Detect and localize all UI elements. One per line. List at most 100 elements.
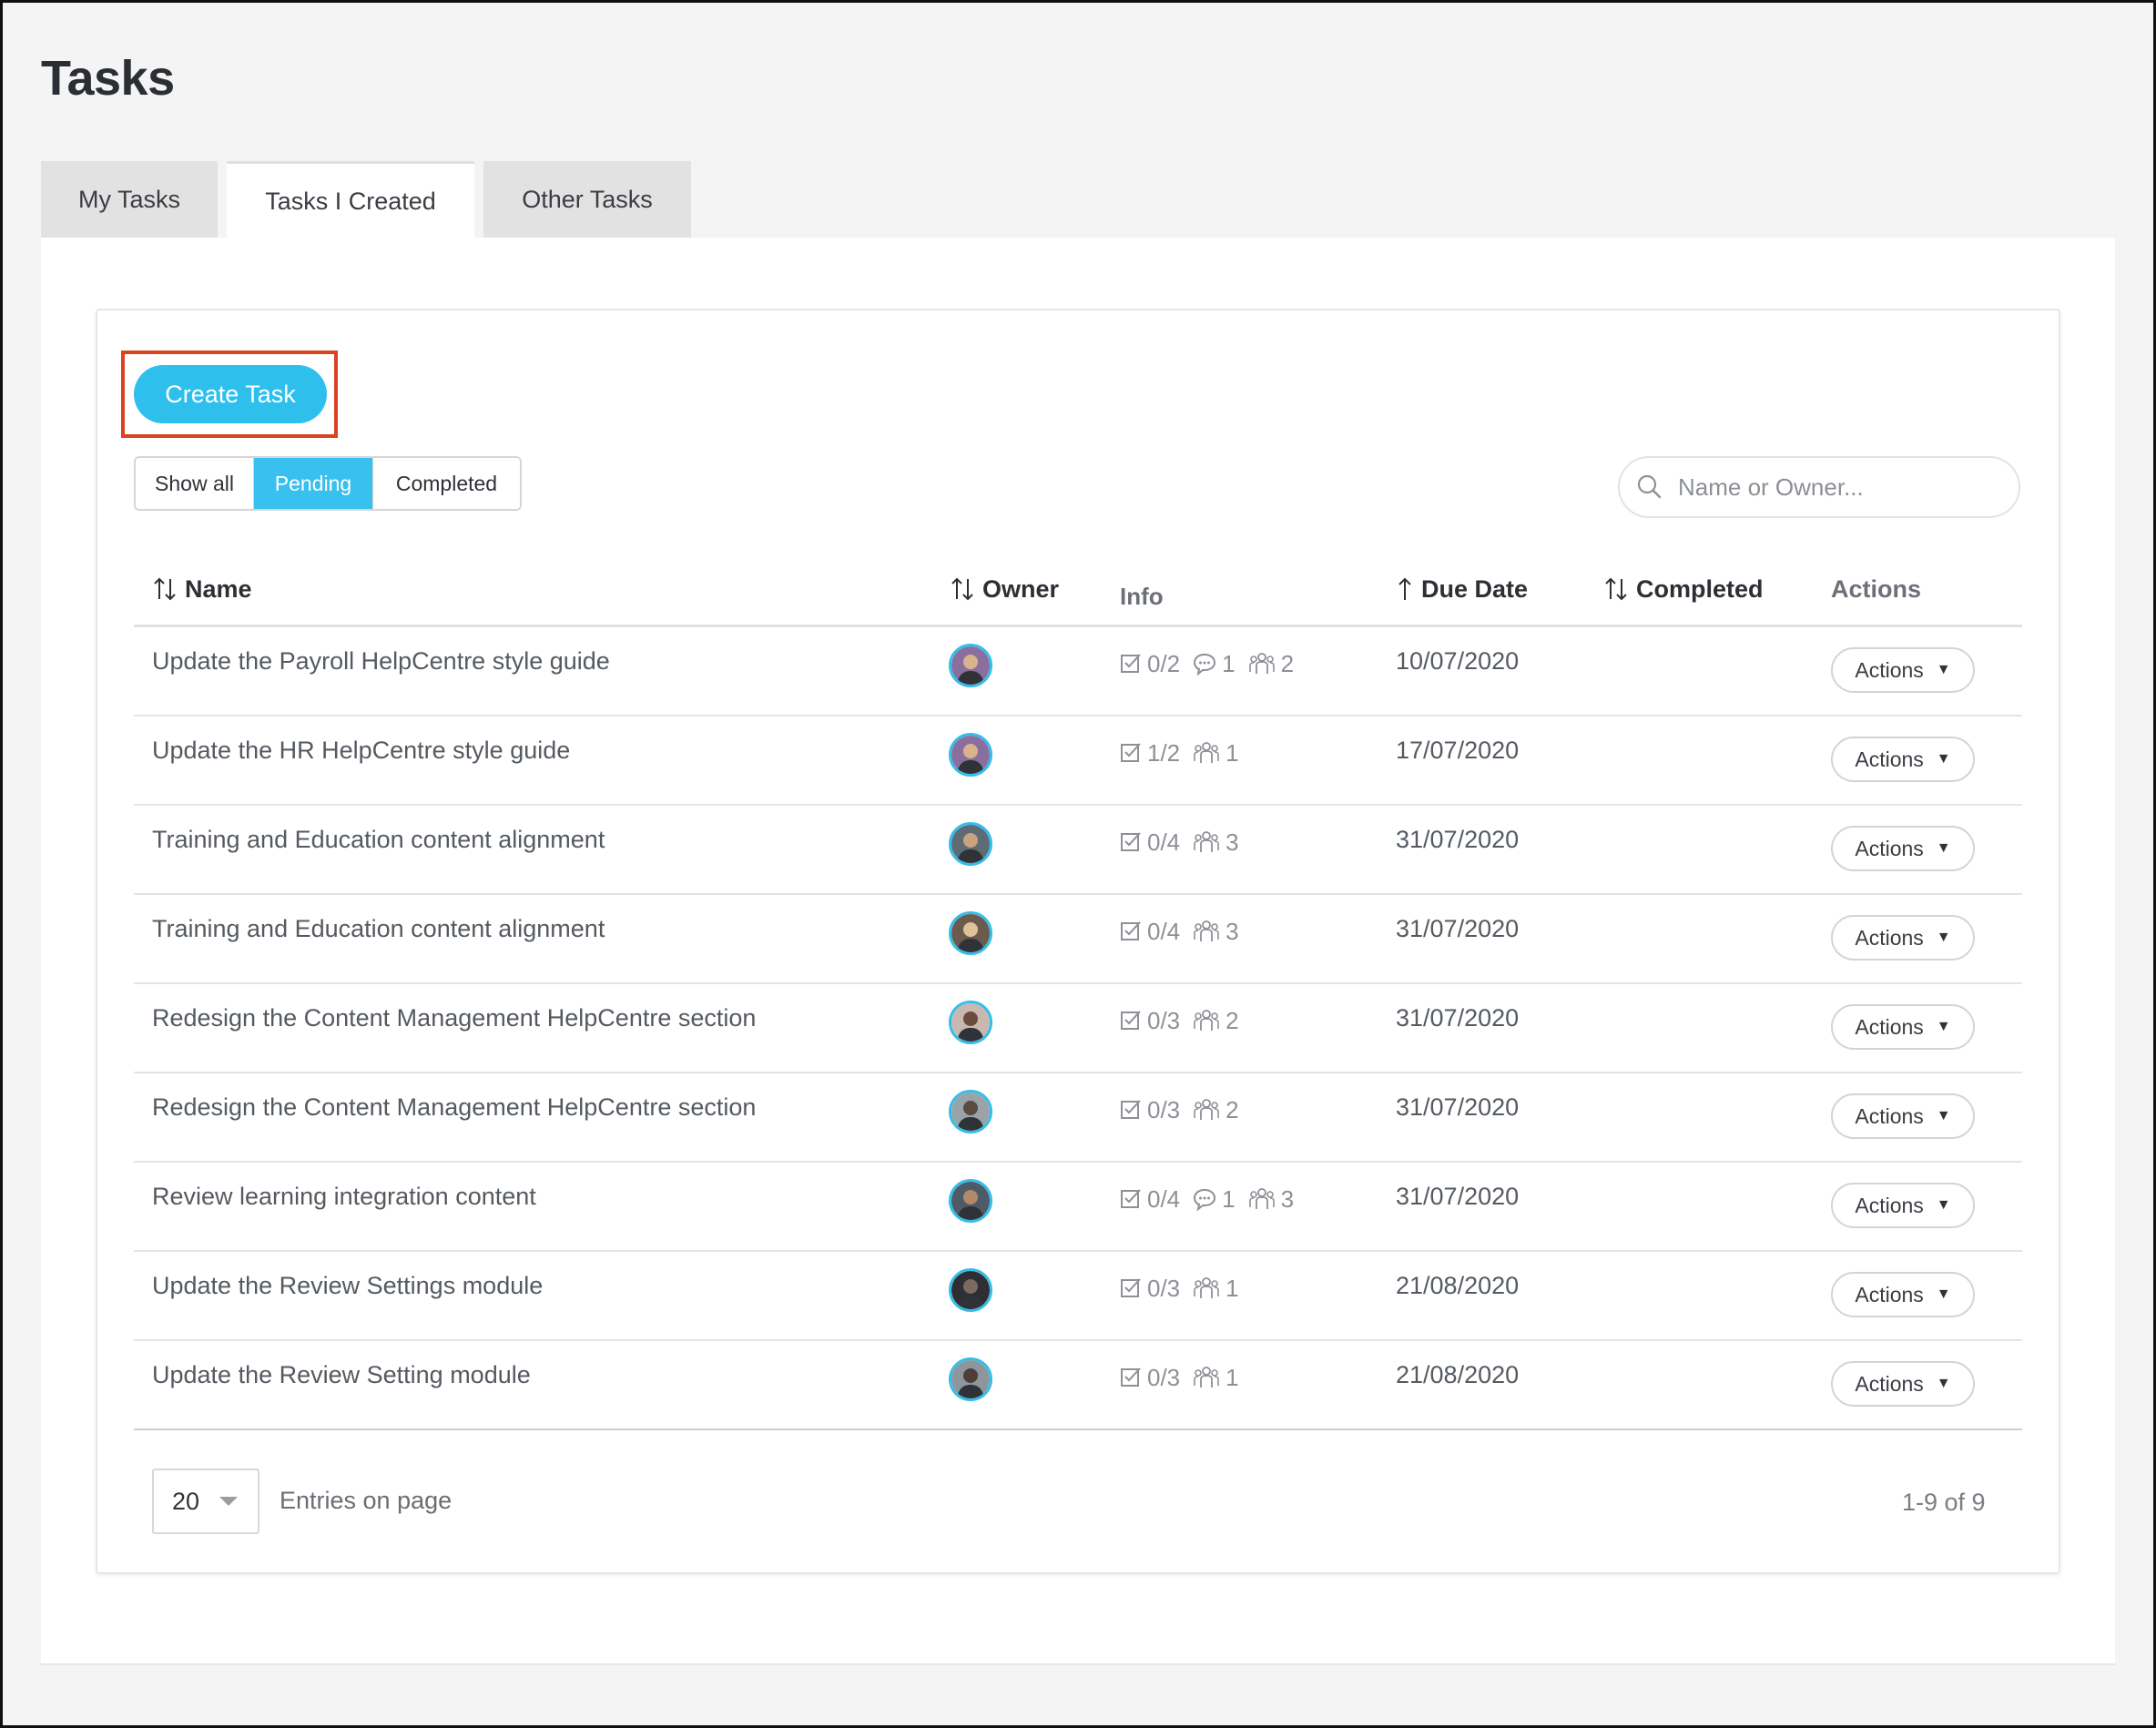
create-task-button[interactable]: Create Task bbox=[134, 365, 327, 423]
filter-completed[interactable]: Completed bbox=[372, 458, 520, 509]
people-count: 3 bbox=[1193, 828, 1239, 857]
actions-dropdown-button[interactable]: Actions ▼ bbox=[1831, 915, 1975, 961]
status-filter-group: Show all Pending Completed bbox=[134, 456, 522, 511]
people-value: 3 bbox=[1280, 1184, 1295, 1213]
checklist-icon bbox=[1121, 743, 1141, 762]
people-icon bbox=[1194, 831, 1219, 852]
actions-label: Actions bbox=[1855, 747, 1924, 771]
actions-dropdown-button[interactable]: Actions ▼ bbox=[1831, 1361, 1975, 1407]
owner-avatar[interactable] bbox=[949, 911, 992, 955]
column-label: Completed bbox=[1636, 574, 1764, 603]
checklist-value: 0/4 bbox=[1147, 1184, 1181, 1213]
caret-down-icon: ▼ bbox=[1936, 662, 1951, 677]
table-row[interactable]: Redesign the Content Management HelpCent… bbox=[134, 1073, 2022, 1163]
owner-avatar[interactable] bbox=[949, 1001, 992, 1044]
due-date: 31/07/2020 bbox=[1396, 1004, 1520, 1032]
owner-avatar[interactable] bbox=[949, 1357, 992, 1401]
sort-both-icon bbox=[951, 577, 973, 601]
column-header-completed[interactable]: Completed bbox=[1603, 571, 1764, 607]
task-info: 1/2 1 bbox=[1120, 735, 1252, 771]
column-header-name[interactable]: Name bbox=[152, 571, 252, 607]
table-row[interactable]: Redesign the Content Management HelpCent… bbox=[134, 984, 2022, 1073]
caret-down-icon: ▼ bbox=[1936, 1108, 1951, 1123]
comment-value: 1 bbox=[1222, 649, 1236, 677]
owner-avatar[interactable] bbox=[949, 1268, 992, 1312]
comment-icon bbox=[1194, 653, 1216, 676]
entries-per-page-select[interactable]: 20 bbox=[152, 1469, 259, 1534]
avatar-image bbox=[951, 1271, 990, 1309]
task-name[interactable]: Update the Review Settings module bbox=[152, 1272, 543, 1300]
tab-bar: My Tasks Tasks I Created Other Tasks bbox=[41, 161, 700, 239]
checklist-icon bbox=[1121, 1100, 1141, 1119]
people-count: 2 bbox=[1248, 650, 1294, 678]
tab-tasks-i-created[interactable]: Tasks I Created bbox=[227, 161, 474, 239]
column-header-due-date[interactable]: Due Date bbox=[1396, 571, 1528, 607]
avatar-image bbox=[951, 646, 990, 685]
task-info: 0/4 1 3 bbox=[1120, 1181, 1307, 1217]
column-header-actions: Actions bbox=[1831, 571, 1921, 607]
column-label: Due Date bbox=[1421, 574, 1529, 603]
actions-dropdown-button[interactable]: Actions ▼ bbox=[1831, 647, 1975, 693]
owner-avatar[interactable] bbox=[949, 1090, 992, 1133]
task-name[interactable]: Update the HR HelpCentre style guide bbox=[152, 737, 570, 765]
actions-dropdown-button[interactable]: Actions ▼ bbox=[1831, 1183, 1975, 1228]
checklist-icon bbox=[1121, 832, 1141, 851]
task-name[interactable]: Redesign the Content Management HelpCent… bbox=[152, 1093, 756, 1122]
checklist-icon bbox=[1121, 654, 1141, 673]
filter-pending[interactable]: Pending bbox=[254, 458, 372, 509]
due-date: 21/08/2020 bbox=[1396, 1361, 1520, 1388]
column-label: Name bbox=[185, 574, 252, 603]
people-count: 1 bbox=[1193, 739, 1239, 767]
per-page-value: 20 bbox=[172, 1487, 200, 1515]
checklist-value: 0/3 bbox=[1147, 1095, 1181, 1123]
actions-dropdown-button[interactable]: Actions ▼ bbox=[1831, 1004, 1975, 1050]
checklist-icon bbox=[1121, 1189, 1141, 1208]
table-row[interactable]: Update the Review Settings module 0/3 1 21/… bbox=[134, 1252, 2022, 1341]
avatar-image bbox=[951, 1182, 990, 1220]
owner-avatar[interactable] bbox=[949, 644, 992, 687]
task-name[interactable]: Training and Education content alignment bbox=[152, 826, 605, 854]
column-header-owner[interactable]: Owner bbox=[950, 571, 1059, 607]
people-value: 2 bbox=[1225, 1006, 1239, 1034]
actions-dropdown-button[interactable]: Actions ▼ bbox=[1831, 1272, 1975, 1317]
sort-both-icon bbox=[1605, 577, 1627, 601]
owner-avatar[interactable] bbox=[949, 822, 992, 866]
due-date: 31/07/2020 bbox=[1396, 1093, 1520, 1121]
task-name[interactable]: Redesign the Content Management HelpCent… bbox=[152, 1004, 756, 1032]
tab-my-tasks[interactable]: My Tasks bbox=[41, 161, 218, 238]
actions-label: Actions bbox=[1855, 925, 1924, 950]
filter-show-all[interactable]: Show all bbox=[136, 458, 254, 509]
checklist-icon bbox=[1121, 1367, 1141, 1387]
table-row[interactable]: Review learning integration content 0/4 1 3… bbox=[134, 1163, 2022, 1252]
actions-label: Actions bbox=[1855, 1103, 1924, 1128]
task-name[interactable]: Update the Payroll HelpCentre style guid… bbox=[152, 647, 610, 676]
avatar-image bbox=[951, 1003, 990, 1042]
actions-dropdown-button[interactable]: Actions ▼ bbox=[1831, 826, 1975, 871]
caret-down-icon: ▼ bbox=[1936, 1376, 1951, 1391]
due-date: 31/07/2020 bbox=[1396, 915, 1520, 942]
owner-avatar[interactable] bbox=[949, 733, 992, 777]
people-value: 3 bbox=[1225, 917, 1239, 945]
table-row[interactable]: Training and Education content alignment… bbox=[134, 806, 2022, 895]
checklist-value: 0/3 bbox=[1147, 1006, 1181, 1034]
tab-other-tasks[interactable]: Other Tasks bbox=[483, 161, 691, 238]
people-value: 2 bbox=[1280, 649, 1295, 677]
search-input[interactable] bbox=[1678, 473, 1988, 502]
pagination-range: 1-9 of 9 bbox=[1902, 1489, 1986, 1516]
task-name[interactable]: Update the Review Setting module bbox=[152, 1361, 531, 1389]
column-header-info: Info bbox=[1120, 578, 1164, 615]
due-date: 17/07/2020 bbox=[1396, 737, 1520, 764]
table-row[interactable]: Training and Education content alignment… bbox=[134, 895, 2022, 984]
checklist-count: 0/4 bbox=[1120, 1185, 1180, 1214]
task-info: 0/3 2 bbox=[1120, 1002, 1252, 1039]
owner-avatar[interactable] bbox=[949, 1179, 992, 1223]
table-row[interactable]: Update the HR HelpCentre style guide 1/2 1… bbox=[134, 717, 2022, 806]
checklist-count: 0/3 bbox=[1120, 1007, 1180, 1035]
actions-dropdown-button[interactable]: Actions ▼ bbox=[1831, 1093, 1975, 1139]
checklist-value: 0/4 bbox=[1147, 917, 1181, 945]
task-name[interactable]: Training and Education content alignment bbox=[152, 915, 605, 943]
actions-dropdown-button[interactable]: Actions ▼ bbox=[1831, 737, 1975, 782]
table-row[interactable]: Update the Payroll HelpCentre style guid… bbox=[134, 627, 2022, 717]
task-name[interactable]: Review learning integration content bbox=[152, 1183, 536, 1211]
table-row[interactable]: Update the Review Setting module 0/3 1 21/0… bbox=[134, 1341, 2022, 1430]
